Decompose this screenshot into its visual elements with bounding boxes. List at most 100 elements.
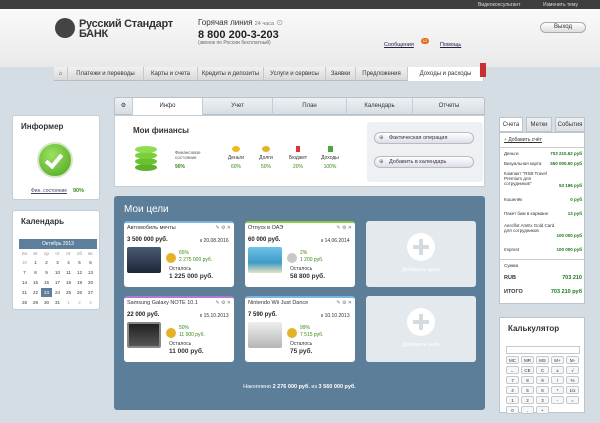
calendar-day[interactable]: 2	[74, 298, 85, 307]
change-theme-link[interactable]: Изменить тему	[543, 2, 578, 8]
calculator-key[interactable]: 6	[536, 386, 549, 394]
calculator-key[interactable]: MC	[506, 356, 519, 364]
calendar-day[interactable]: 16	[41, 278, 52, 287]
actual-operation-button[interactable]: ⊕ Фактическая операция	[374, 132, 474, 144]
calendar-day[interactable]: 23	[41, 288, 52, 297]
calendar-day[interactable]: 20	[85, 278, 96, 287]
nav-offers[interactable]: Предложения	[356, 67, 408, 81]
home-icon[interactable]: ⌂	[54, 67, 68, 81]
sum-header[interactable]: Сумма	[504, 263, 582, 268]
calendar-day[interactable]: 12	[74, 268, 85, 277]
calendar-day[interactable]: 6	[85, 258, 96, 267]
add-to-calendar-button[interactable]: ⊕ Добавить в календарь	[374, 156, 474, 168]
edit-icon[interactable]: ✎ ⚙ ✕	[336, 225, 352, 231]
account-row[interactable]: Кошелёк 0 руб	[504, 197, 582, 202]
calendar-day[interactable]: 18	[63, 278, 74, 287]
add-goal-button[interactable]: Добавить цель	[366, 296, 476, 362]
tab-calendar[interactable]: Календарь	[347, 98, 413, 115]
calendar-day[interactable]: 8	[30, 268, 41, 277]
account-row[interactable]: Визуальная карта 550 000.50 руб	[504, 161, 582, 166]
calendar-day[interactable]: 1	[30, 258, 41, 267]
calculator-key[interactable]: 1/x	[566, 386, 579, 394]
calculator-key[interactable]: 0	[506, 406, 519, 414]
calendar-day[interactable]: 22	[30, 288, 41, 297]
calculator-key[interactable]: √	[566, 366, 579, 374]
calculator-key[interactable]: CE	[521, 366, 534, 374]
add-account-link[interactable]: + Добавить счёт	[504, 137, 542, 143]
calculator-key[interactable]: C	[536, 366, 549, 374]
calculator-key[interactable]: ←	[506, 366, 519, 374]
account-row[interactable]: Imprest 100 000 руб	[504, 247, 582, 252]
calendar-day[interactable]: 17	[52, 278, 63, 287]
calendar-day[interactable]: 29	[30, 298, 41, 307]
calendar-day[interactable]: 14	[19, 278, 30, 287]
calendar-day[interactable]: 30	[41, 298, 52, 307]
exit-button[interactable]: Выход	[540, 22, 586, 33]
nav-cards[interactable]: Карты и счета	[144, 67, 198, 81]
messages-link[interactable]: Сообщения	[384, 42, 414, 48]
calendar-day[interactable]: 13	[85, 268, 96, 277]
calendar-day[interactable]: 31	[52, 298, 63, 307]
calculator-key[interactable]: *	[551, 386, 564, 394]
calendar-day[interactable]: 24	[52, 288, 63, 297]
calculator-key[interactable]: 7	[506, 376, 519, 384]
calculator-key[interactable]: 4	[506, 386, 519, 394]
calculator-key[interactable]: MR	[521, 356, 534, 364]
calendar-day[interactable]: 4	[63, 258, 74, 267]
tab-reports[interactable]: Отчеты	[413, 98, 485, 115]
calendar-day[interactable]: 1	[63, 298, 74, 307]
nav-payments[interactable]: Платежи и переводы	[68, 67, 144, 81]
calculator-key[interactable]: =	[566, 396, 579, 404]
calendar-day[interactable]: 28	[19, 298, 30, 307]
video-consultant-link[interactable]: Видеоконсультант	[478, 2, 520, 8]
calendar-month[interactable]: Октябрь 2013	[19, 239, 97, 249]
calculator-key[interactable]: 9	[536, 376, 549, 384]
calculator-key[interactable]: 8	[521, 376, 534, 384]
calendar-day[interactable]: 3	[85, 298, 96, 307]
calculator-key[interactable]: 1	[506, 396, 519, 404]
calculator-key[interactable]: 5	[521, 386, 534, 394]
calendar-day[interactable]: 19	[74, 278, 85, 287]
goal-card[interactable]: Nintendo Wii Just Dance ✎ ⚙ ✕ 7 590 руб.…	[245, 296, 355, 362]
tab-accounts[interactable]: Счета	[499, 117, 523, 132]
account-row[interactable]: Пакет бим в кармане 13 руб	[504, 211, 582, 216]
calendar-day[interactable]: 9	[41, 268, 52, 277]
nav-credits[interactable]: Кредиты и депозиты	[198, 67, 264, 81]
bank-logo-icon[interactable]	[55, 18, 75, 38]
add-goal-button[interactable]: Добавить цель	[366, 221, 476, 287]
calendar-day[interactable]: 11	[63, 268, 74, 277]
calculator-key[interactable]: /	[551, 376, 564, 384]
calculator-key[interactable]: M-	[566, 356, 579, 364]
settings-gear-icon[interactable]: ⚙	[115, 98, 133, 115]
calendar-day[interactable]: 21	[19, 288, 30, 297]
calendar-day[interactable]: 27	[85, 288, 96, 297]
calendar-day[interactable]: 15	[30, 278, 41, 287]
account-row[interactable]: Aeroflot AmEx Gold Card для сотрудников	[504, 223, 556, 233]
edit-icon[interactable]: ✎ ⚙ ✕	[215, 300, 231, 306]
calculator-display[interactable]	[506, 346, 580, 354]
calculator-key[interactable]: MS	[536, 356, 549, 364]
calendar-day[interactable]: 10	[52, 268, 63, 277]
tab-accounting[interactable]: Учет	[203, 98, 273, 115]
nav-services[interactable]: Услуги и сервисы	[264, 67, 326, 81]
goal-card[interactable]: Автомобиль мечты ✎ ⚙ ✕ 3 500 000 руб. к …	[124, 221, 234, 287]
tab-plan[interactable]: План	[273, 98, 347, 115]
tab-events[interactable]: События	[555, 117, 585, 132]
account-row[interactable]: Компакт "RSB Travel Premium для сотрудни…	[504, 171, 554, 186]
money-header[interactable]: Деньги 703 210.62 руб	[504, 151, 582, 156]
goal-card[interactable]: Отпуск в ОАЭ ✎ ⚙ ✕ 60 000 руб. к 14.06.2…	[245, 221, 355, 287]
calculator-key[interactable]: 3	[536, 396, 549, 404]
calculator-key[interactable]: ±	[551, 366, 564, 374]
fin-state-link[interactable]: Фин. состояние	[31, 188, 67, 194]
calculator-key[interactable]: M+	[551, 356, 564, 364]
calendar-day[interactable]: 2	[41, 258, 52, 267]
calendar-day[interactable]: 30	[19, 258, 30, 267]
calculator-key[interactable]: %	[566, 376, 579, 384]
edit-icon[interactable]: ✎ ⚙ ✕	[336, 300, 352, 306]
tab-info[interactable]: Инфо	[133, 98, 203, 115]
calendar-day[interactable]: 3	[52, 258, 63, 267]
tab-tags[interactable]: Метки	[526, 117, 552, 132]
calculator-key[interactable]: ,	[521, 406, 534, 414]
calendar-day[interactable]: 26	[74, 288, 85, 297]
nav-requests[interactable]: Заявки	[326, 67, 356, 81]
